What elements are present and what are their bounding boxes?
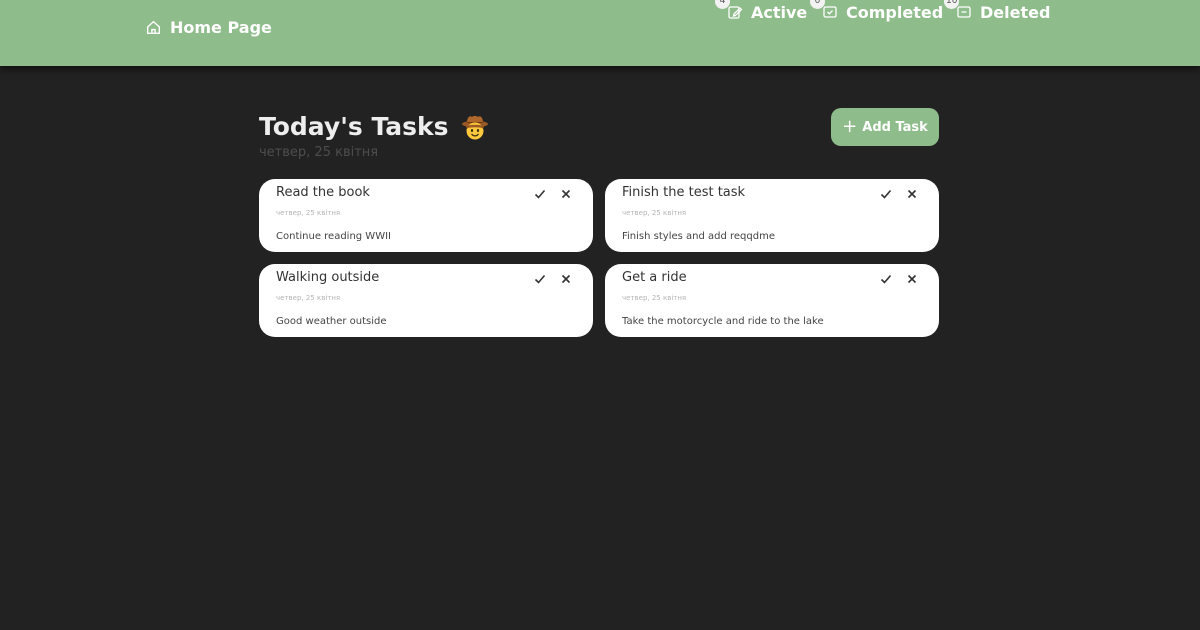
task-card: Get a ride четвер, 25 квітня Take the mo… — [605, 264, 939, 337]
plus-icon: + — [842, 116, 858, 137]
cowboy-emoji-icon — [461, 115, 488, 139]
page-date: четвер, 25 квітня — [259, 145, 379, 160]
page-title: Today's Tasks — [259, 112, 489, 141]
close-icon[interactable] — [559, 272, 573, 286]
nav-active-label: Active — [751, 2, 808, 22]
task-title: Finish the test task — [622, 185, 746, 200]
task-date: четвер, 25 квітня — [622, 294, 687, 302]
task-description: Finish styles and add reqqdme — [622, 231, 775, 242]
page-title-text: Today's Tasks — [259, 112, 449, 141]
task-card: Read the book четвер, 25 квітня Continue… — [259, 179, 593, 252]
close-icon[interactable] — [559, 187, 573, 201]
add-task-label: Add Task — [862, 119, 928, 135]
check-icon[interactable] — [879, 187, 893, 201]
edit-icon: 4 — [715, 0, 743, 20]
task-title: Read the book — [276, 185, 370, 200]
task-title: Get a ride — [622, 270, 687, 285]
minus-box-icon: 10 — [944, 0, 972, 20]
task-description: Take the motorcycle and ride to the lake — [622, 316, 824, 327]
task-description: Continue reading WWII — [276, 231, 391, 242]
task-date: четвер, 25 квітня — [276, 294, 341, 302]
nav-active-link[interactable]: 4 Active — [715, 0, 808, 24]
task-date: четвер, 25 квітня — [622, 209, 687, 217]
check-icon[interactable] — [879, 272, 893, 286]
nav-deleted-link[interactable]: 10 Deleted — [944, 0, 1051, 24]
close-icon[interactable] — [905, 187, 919, 201]
task-title: Walking outside — [276, 270, 380, 285]
nav-completed-link[interactable]: 0 Completed — [810, 0, 944, 24]
home-page-label: Home Page — [170, 17, 272, 37]
add-task-button[interactable]: + Add Task — [831, 108, 939, 146]
home-icon — [146, 20, 161, 34]
check-icon[interactable] — [533, 187, 547, 201]
home-page-link[interactable]: Home Page — [145, 15, 272, 39]
nav-completed-label: Completed — [846, 2, 944, 22]
top-navbar: Home Page 4 Active 0 Completed 10 Delete… — [0, 0, 1200, 66]
task-card: Finish the test task четвер, 25 квітня F… — [605, 179, 939, 252]
check-box-icon: 0 — [810, 0, 838, 20]
close-icon[interactable] — [905, 272, 919, 286]
task-description: Good weather outside — [276, 316, 387, 327]
nav-deleted-label: Deleted — [980, 2, 1051, 22]
task-date: четвер, 25 квітня — [276, 209, 341, 217]
task-card: Walking outside четвер, 25 квітня Good w… — [259, 264, 593, 337]
check-icon[interactable] — [533, 272, 547, 286]
